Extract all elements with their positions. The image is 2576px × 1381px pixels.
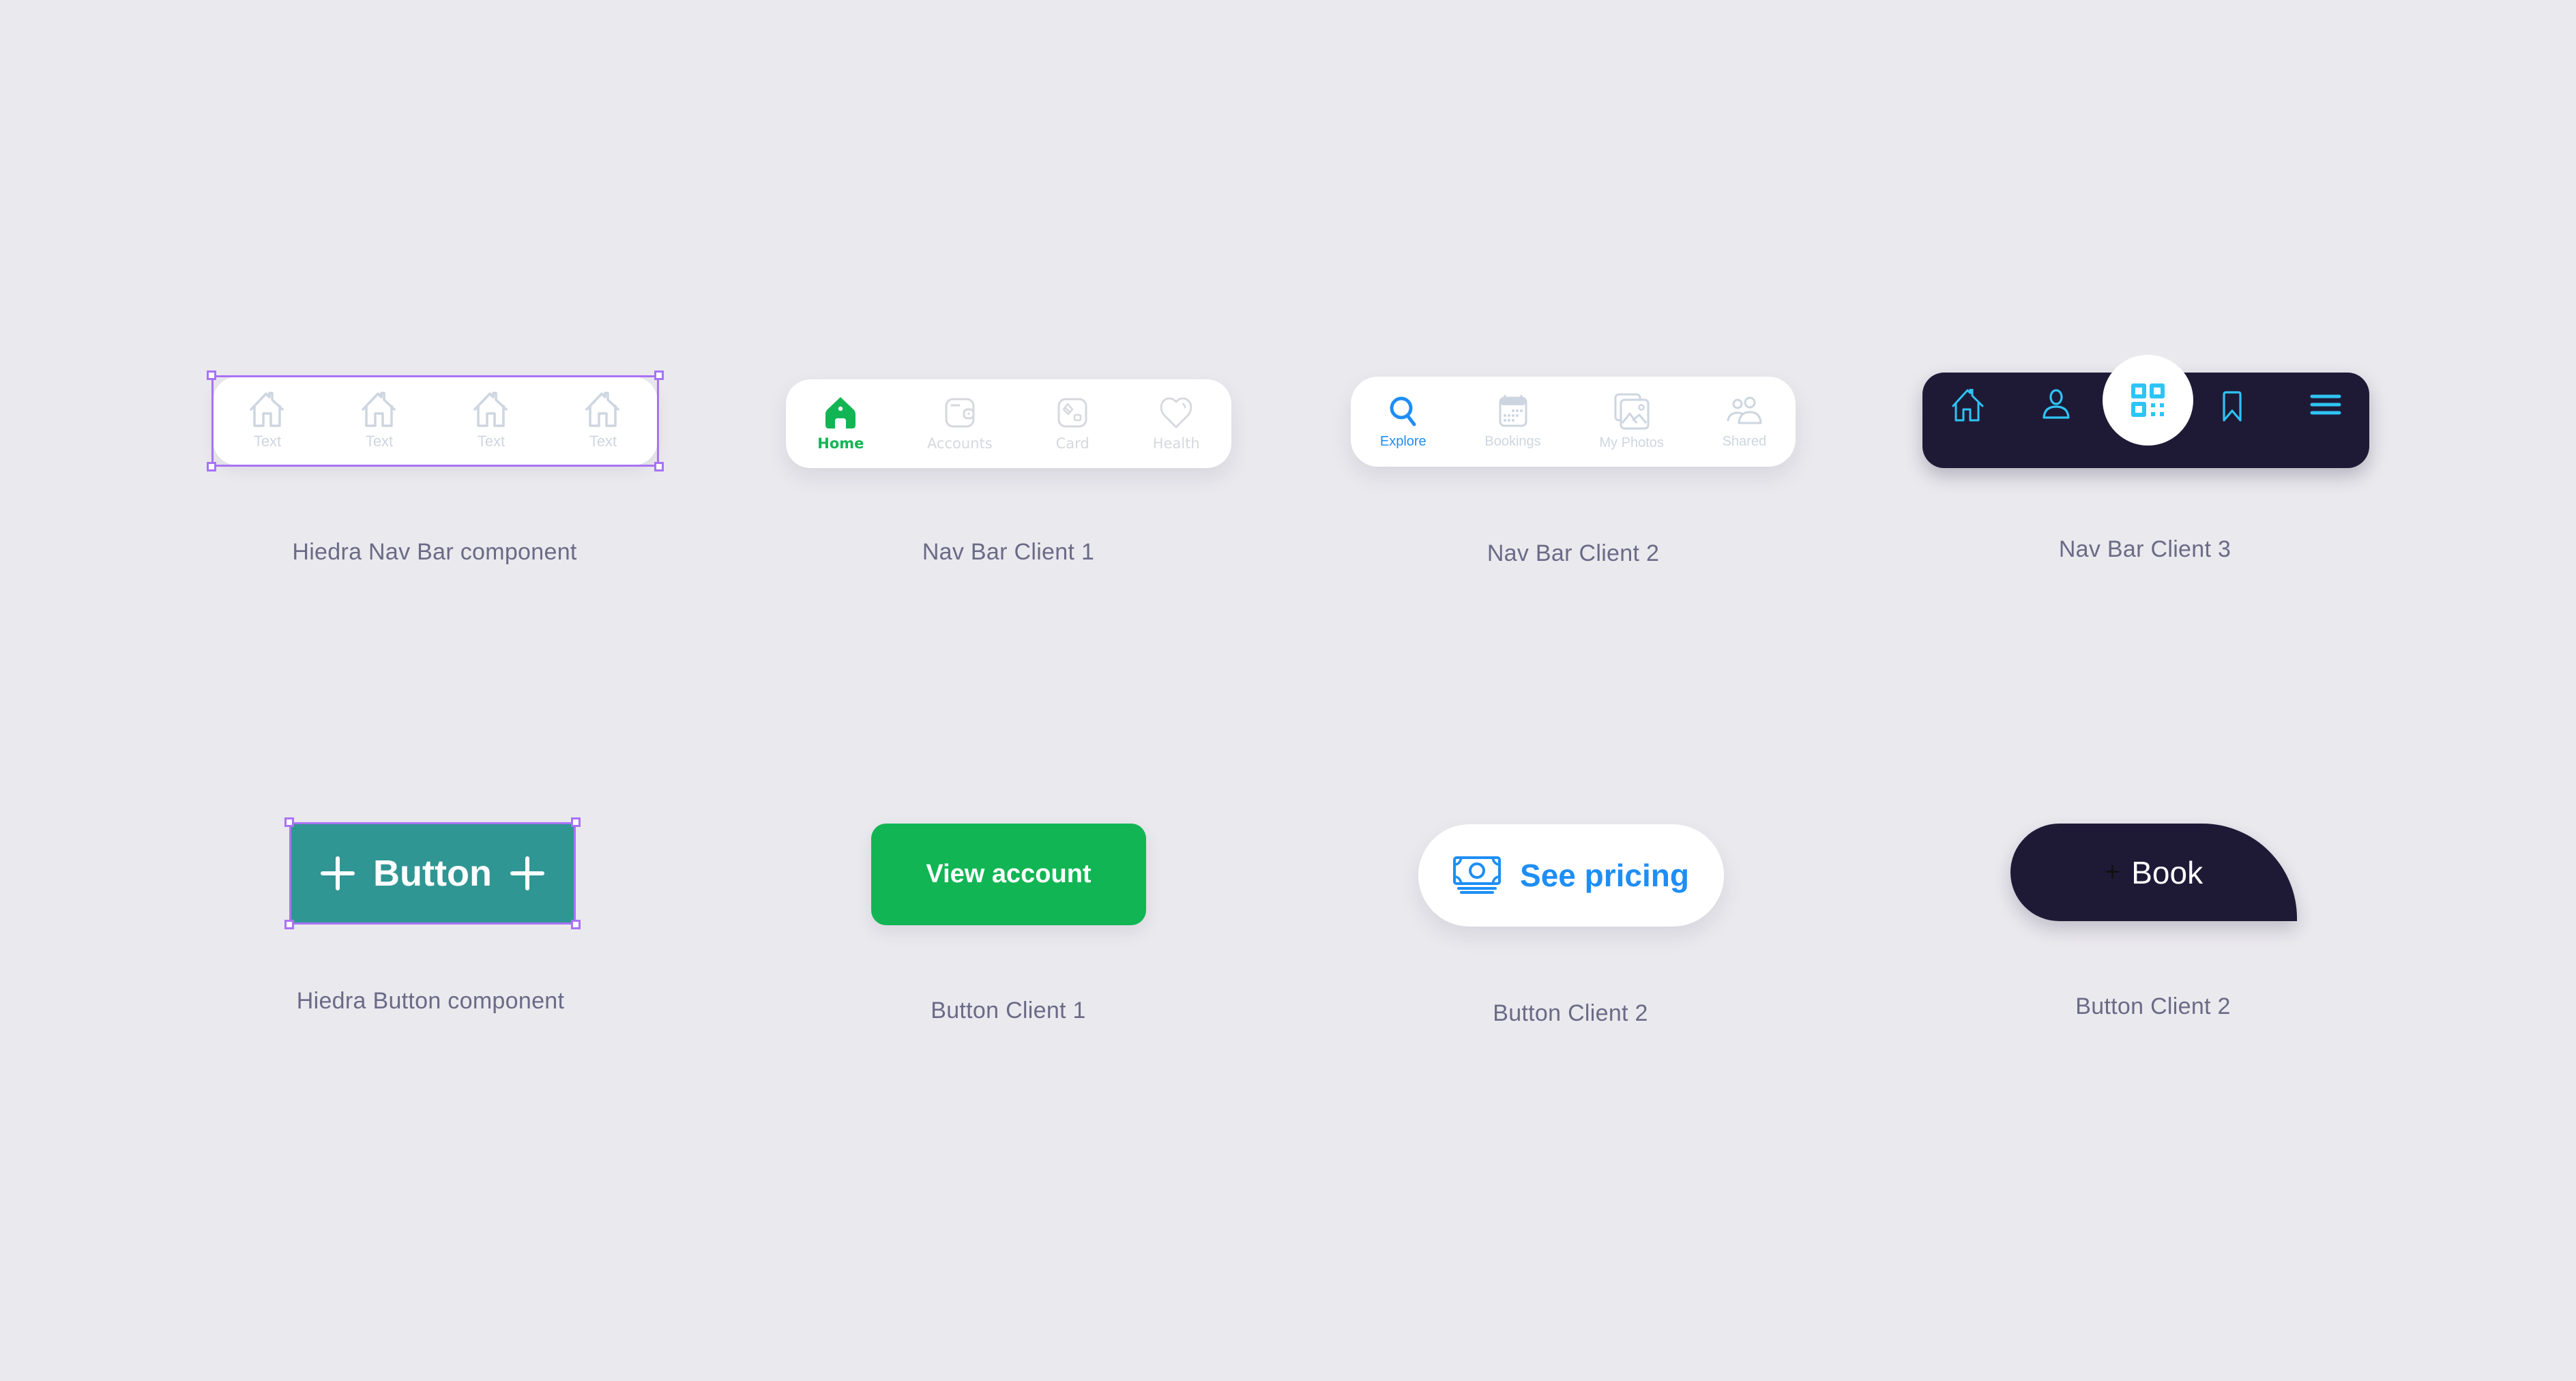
nav-item-2[interactable]: Text <box>360 392 398 450</box>
photos-icon <box>1614 393 1650 429</box>
plus-icon: + <box>2104 857 2121 887</box>
nav-item-accounts[interactable]: Accounts <box>927 396 993 452</box>
nav-item-health[interactable]: Health <box>1153 396 1200 452</box>
plus-icon <box>510 856 544 890</box>
hiedra-button-component: Button <box>284 817 581 929</box>
nav-item-home[interactable]: Home <box>817 396 864 452</box>
nav-home-button[interactable] <box>1951 388 1987 426</box>
resize-handle-bottom-right[interactable] <box>654 462 664 471</box>
nav-item-1[interactable]: Text <box>248 392 287 450</box>
caption-button-client-2: Button Client 2 <box>1493 1000 1648 1026</box>
money-icon <box>1453 856 1502 894</box>
nav-items: Explore Bookings My Photos Shared <box>1351 377 1796 467</box>
hiedra-button[interactable]: Button <box>291 824 574 923</box>
calendar-icon <box>1499 394 1527 426</box>
nav-bookmark-button[interactable] <box>2220 389 2244 426</box>
see-pricing-button[interactable]: See pricing <box>1418 824 1724 927</box>
hiedra-nav-bar-component[interactable]: Text Text Text Text <box>207 370 664 471</box>
bookmark-icon <box>2223 391 2242 422</box>
resize-handle-bottom-left[interactable] <box>207 462 216 471</box>
nav-bar-client-3 <box>1922 355 2369 468</box>
caption-hiedra-nav-bar: Hiedra Nav Bar component <box>292 539 577 565</box>
nav-item-label: Shared <box>1722 433 1767 449</box>
nav-item-label: Home <box>817 435 864 452</box>
button-label: Button <box>373 853 492 894</box>
home-filled-icon <box>825 397 856 428</box>
resize-handle-bottom-left[interactable] <box>284 920 294 929</box>
nav-item-label: My Photos <box>1599 435 1664 450</box>
users-icon <box>1727 396 1762 424</box>
button-label: View account <box>926 860 1092 888</box>
caption-button-client-2-alt: Button Client 2 <box>2075 993 2231 1019</box>
qr-code-icon <box>2131 383 2165 417</box>
nav-item-label: Health <box>1152 435 1200 452</box>
nav-item-label: Text <box>477 433 506 450</box>
nav-scan-button[interactable] <box>2103 355 2193 446</box>
button-label: See pricing <box>1520 858 1689 893</box>
nav-item-shared[interactable]: Shared <box>1722 394 1767 450</box>
nav-item-label: Accounts <box>926 435 993 452</box>
caption-nav-bar-client-3: Nav Bar Client 3 <box>2058 536 2231 562</box>
card-icon <box>1057 398 1087 428</box>
resize-handle-top-right[interactable] <box>654 370 664 380</box>
nav-item-label: Text <box>589 433 617 450</box>
nav-item-card[interactable]: Card <box>1055 396 1089 452</box>
resize-handle-bottom-right[interactable] <box>571 920 581 929</box>
nav-item-4[interactable]: Text <box>584 392 622 450</box>
nav-menu-button[interactable] <box>2309 389 2343 426</box>
resize-handle-top-left[interactable] <box>284 817 294 827</box>
nav-item-label: Bookings <box>1484 433 1541 449</box>
home-outline-icon <box>473 392 508 427</box>
user-icon <box>2043 389 2070 419</box>
nav-item-3[interactable]: Text <box>472 392 510 450</box>
nav-profile-button[interactable] <box>2041 389 2071 425</box>
nav-item-label: Card <box>1055 435 1089 452</box>
nav-item-label: Text <box>365 433 394 450</box>
search-icon <box>1390 396 1416 426</box>
home-outline-icon <box>250 392 284 427</box>
plus-icon <box>321 856 355 890</box>
nav-bar-client-2: Explore Bookings My Photos Shared <box>1351 377 1796 467</box>
nav-item-label: Explore <box>1379 433 1426 449</box>
nav-item-explore[interactable]: Explore <box>1380 394 1426 450</box>
nav-items: Text Text Text Text <box>211 375 659 467</box>
resize-handle-top-left[interactable] <box>207 370 216 380</box>
caption-button-client-1: Button Client 1 <box>931 998 1086 1023</box>
home-outline-icon <box>585 392 619 427</box>
book-button[interactable]: + Book <box>2010 824 2297 921</box>
nav-bar-client-1: Home Accounts Card Health <box>786 379 1231 468</box>
nav-item-bookings[interactable]: Bookings <box>1484 394 1541 450</box>
caption-hiedra-button: Hiedra Button component <box>296 988 565 1014</box>
view-account-button[interactable]: View account <box>871 824 1146 925</box>
button-label: Book <box>2131 854 2204 890</box>
nav-item-my-photos[interactable]: My Photos <box>1599 393 1664 451</box>
wallet-icon <box>945 398 975 428</box>
nav-items: Home Accounts Card Health <box>786 379 1231 468</box>
home-icon <box>1952 388 1984 422</box>
heart-icon <box>1160 397 1192 428</box>
resize-handle-top-right[interactable] <box>571 817 581 827</box>
caption-nav-bar-client-2: Nav Bar Client 2 <box>1487 540 1660 566</box>
nav-item-label: Text <box>253 433 282 450</box>
caption-nav-bar-client-1: Nav Bar Client 1 <box>922 539 1095 565</box>
menu-icon <box>2310 394 2341 415</box>
home-outline-icon <box>362 392 396 427</box>
